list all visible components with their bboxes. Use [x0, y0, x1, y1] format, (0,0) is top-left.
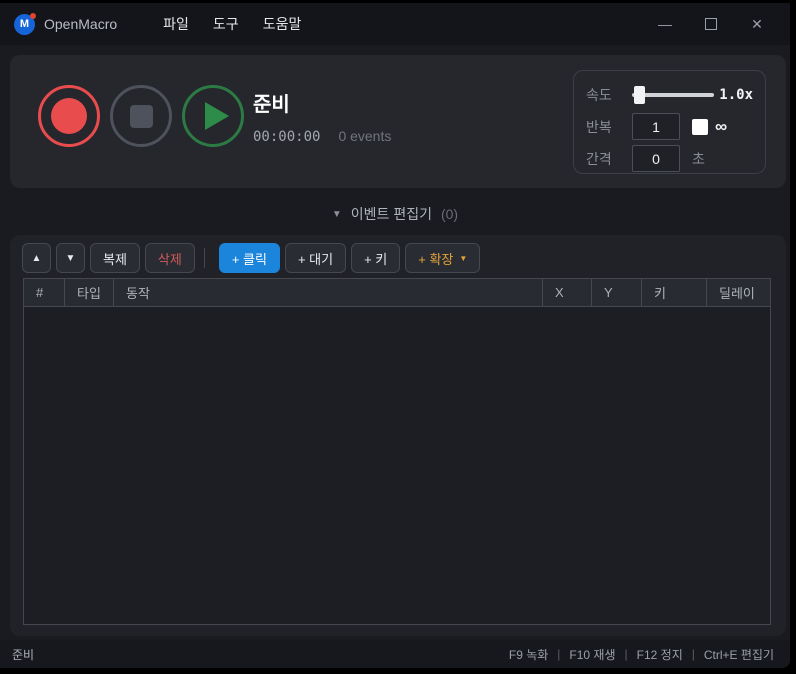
interval-input[interactable]: [632, 145, 680, 172]
logo-letter: M: [20, 18, 29, 30]
event-editor-toggle[interactable]: ▼ 이벤트 편집기 (0): [0, 199, 790, 229]
elapsed-timer: 00:00:00: [253, 129, 320, 145]
hotkey-hints: F9 녹화 | F10 재생 | F12 정지 | Ctrl+E 편집기: [509, 646, 774, 663]
interval-label: 간격: [586, 149, 622, 169]
menu-file[interactable]: 파일: [163, 14, 189, 34]
hotkey-stop: F12 정지: [637, 646, 683, 663]
hotkey-editor: Ctrl+E 편집기: [704, 646, 774, 663]
record-icon: [51, 98, 87, 134]
window-controls: — ✕: [642, 3, 780, 45]
toolbar-separator: [204, 248, 205, 268]
state-title: 준비: [253, 88, 391, 117]
add-extension-label: + 확장: [418, 249, 453, 268]
statusbar: 준비 F9 녹화 | F10 재생 | F12 정지 | Ctrl+E 편집기: [0, 640, 790, 668]
column-header-x: X: [542, 279, 591, 306]
app-logo-icon: M: [14, 14, 35, 35]
repeat-label: 반복: [586, 117, 622, 137]
play-icon: [205, 102, 229, 130]
menu-help[interactable]: 도움말: [263, 14, 302, 34]
add-key-button[interactable]: + 키: [351, 243, 400, 273]
stop-icon: [130, 105, 153, 128]
chevron-down-icon: ▼: [459, 254, 467, 263]
event-editor-panel: ▲ ▼ 복제 삭제 + 클릭 + 대기 + 키 + 확장 ▼ # 타입 동작 X…: [10, 235, 786, 636]
playback-settings-group: 속도 1.0x 반복 ∞ 간격 초: [573, 70, 766, 174]
events-table: # 타입 동작 X Y 키 딜레이: [23, 278, 771, 625]
hint-separator: |: [692, 647, 695, 661]
menubar: 파일 도구 도움말: [163, 14, 301, 34]
chevron-down-icon: ▼: [332, 209, 342, 220]
move-down-button[interactable]: ▼: [56, 243, 85, 273]
minimize-button[interactable]: —: [642, 3, 688, 45]
play-button[interactable]: [182, 85, 244, 147]
stop-button[interactable]: [110, 85, 172, 147]
events-count: 0 events: [338, 128, 391, 144]
move-up-button[interactable]: ▲: [22, 243, 51, 273]
maximize-icon: [705, 18, 717, 30]
column-header-delay: 딜레이: [706, 279, 770, 306]
repeat-row: 반복 ∞: [586, 113, 753, 140]
speed-row: 속도 1.0x: [586, 81, 753, 108]
column-header-action: 동작: [113, 279, 542, 306]
speed-label: 속도: [586, 85, 622, 105]
event-editor-label: 이벤트 편집기: [351, 204, 432, 224]
column-header-type: 타입: [64, 279, 113, 306]
delete-button[interactable]: 삭제: [145, 243, 195, 273]
logo-record-dot: [30, 13, 36, 19]
hotkey-play: F10 재생: [569, 646, 615, 663]
event-editor-count: (0): [441, 206, 458, 222]
recorder-state: 준비 00:00:00 0 events: [253, 88, 391, 145]
add-click-button[interactable]: + 클릭: [219, 243, 280, 273]
duplicate-button[interactable]: 복제: [90, 243, 140, 273]
transport-panel: 준비 00:00:00 0 events 속도 1.0x 반복 ∞: [10, 55, 786, 188]
app-title: OpenMacro: [44, 16, 117, 32]
close-button[interactable]: ✕: [734, 3, 780, 45]
status-text: 준비: [12, 646, 34, 663]
repeat-count-input[interactable]: [632, 113, 680, 140]
hint-separator: |: [557, 647, 560, 661]
app-window: M OpenMacro 파일 도구 도움말 — ✕ 준비 00:00:00 0 …: [0, 3, 790, 668]
add-wait-button[interactable]: + 대기: [285, 243, 346, 273]
events-table-header: # 타입 동작 X Y 키 딜레이: [24, 279, 770, 307]
menu-tools[interactable]: 도구: [213, 14, 239, 34]
infinity-icon: ∞: [715, 117, 727, 137]
record-button[interactable]: [38, 85, 100, 147]
interval-row: 간격 초: [586, 145, 753, 172]
infinite-repeat-checkbox[interactable]: [692, 119, 708, 135]
titlebar: M OpenMacro 파일 도구 도움말 — ✕: [0, 3, 790, 45]
hotkey-record: F9 녹화: [509, 646, 548, 663]
add-extension-button[interactable]: + 확장 ▼: [405, 243, 480, 273]
speed-slider-thumb[interactable]: [634, 86, 645, 104]
column-header-y: Y: [591, 279, 641, 306]
hint-separator: |: [625, 647, 628, 661]
column-header-key: 키: [641, 279, 706, 306]
resize-grip[interactable]: [785, 663, 787, 665]
speed-value: 1.0x: [719, 87, 753, 103]
interval-unit: 초: [692, 149, 705, 169]
column-header-index: #: [24, 279, 64, 306]
maximize-button[interactable]: [688, 3, 734, 45]
editor-toolbar: ▲ ▼ 복제 삭제 + 클릭 + 대기 + 키 + 확장 ▼: [22, 243, 485, 273]
speed-slider[interactable]: [632, 86, 714, 104]
transport-buttons: [38, 85, 244, 147]
events-table-body[interactable]: [24, 307, 770, 625]
